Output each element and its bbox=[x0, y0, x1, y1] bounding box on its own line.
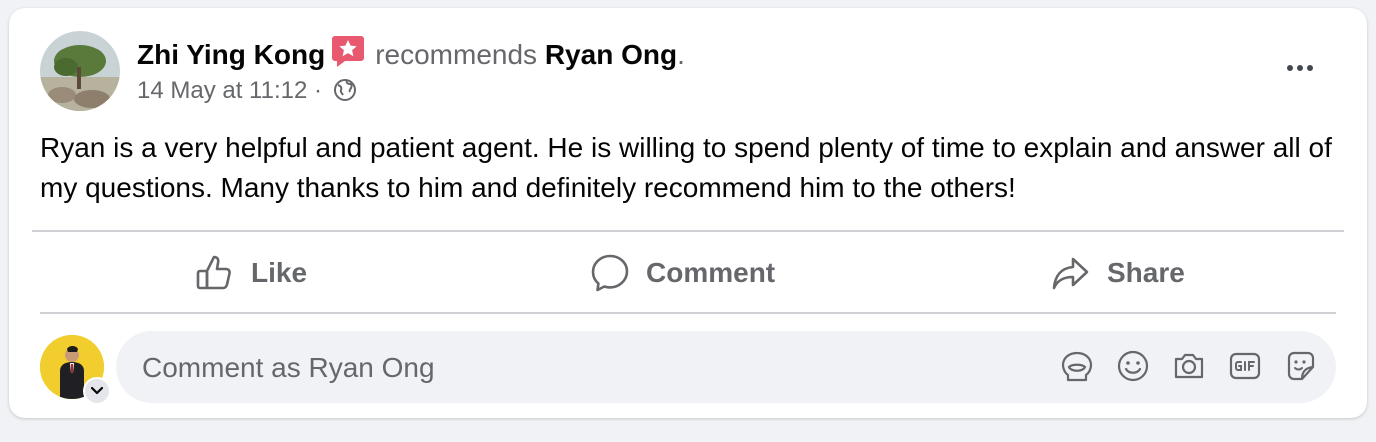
avatar-sticker-icon[interactable] bbox=[1060, 349, 1094, 383]
share-button[interactable]: Share bbox=[1051, 248, 1185, 298]
comment-composer bbox=[116, 331, 1336, 405]
post-text: Ryan is a very helpful and patient agent… bbox=[40, 132, 1332, 203]
post-meta: 14 May at 11:12 · bbox=[137, 76, 357, 110]
more-dot-icon bbox=[1287, 65, 1293, 71]
divider bbox=[32, 230, 1344, 232]
recommend-star-icon bbox=[331, 34, 365, 76]
more-dot-icon bbox=[1307, 65, 1313, 71]
comment-label: Comment bbox=[646, 257, 776, 288]
recommended-page-name[interactable]: Ryan Ong bbox=[545, 39, 677, 70]
sticker-icon[interactable] bbox=[1284, 349, 1318, 383]
comment-input[interactable] bbox=[140, 331, 1024, 405]
chevron-down-icon[interactable] bbox=[83, 377, 111, 405]
post-card: Zhi Ying Kong recommends Ryan Ong. 14 May… bbox=[9, 8, 1367, 418]
gif-icon[interactable] bbox=[1228, 349, 1262, 383]
camera-icon[interactable] bbox=[1172, 349, 1206, 383]
comment-bubble-icon bbox=[590, 253, 630, 293]
author-avatar[interactable] bbox=[40, 31, 120, 111]
share-label: Share bbox=[1107, 257, 1185, 288]
target-suffix: . bbox=[677, 39, 685, 70]
divider bbox=[40, 312, 1336, 314]
composer-tools bbox=[1060, 349, 1318, 383]
recommends-verb: recommends bbox=[375, 39, 538, 70]
post-timestamp[interactable]: 14 May at 11:12 bbox=[137, 77, 307, 104]
more-dot-icon bbox=[1297, 65, 1303, 71]
like-button[interactable]: Like bbox=[195, 248, 307, 298]
author-name[interactable]: Zhi Ying Kong bbox=[137, 39, 325, 70]
globe-icon bbox=[333, 78, 357, 110]
more-options-button[interactable] bbox=[1280, 58, 1320, 78]
post-header: Zhi Ying Kong recommends Ryan Ong. bbox=[137, 34, 685, 76]
thumbs-up-icon bbox=[195, 253, 235, 293]
comment-button[interactable]: Comment bbox=[590, 248, 775, 298]
emoji-icon[interactable] bbox=[1116, 349, 1150, 383]
share-arrow-icon bbox=[1051, 253, 1091, 293]
like-label: Like bbox=[251, 257, 308, 288]
meta-separator: · bbox=[307, 77, 329, 104]
